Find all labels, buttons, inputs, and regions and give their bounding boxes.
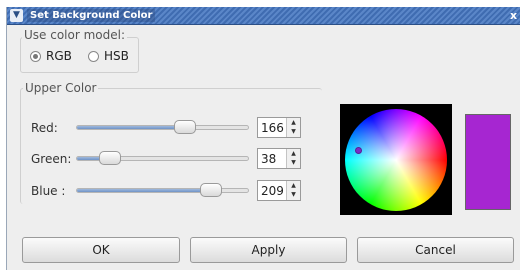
green-increment-icon[interactable]: ▲ bbox=[287, 149, 300, 158]
red-spinbox[interactable]: ▲ ▼ bbox=[257, 117, 301, 138]
red-value-input[interactable] bbox=[258, 118, 286, 137]
red-increment-icon[interactable]: ▲ bbox=[287, 118, 300, 127]
color-wheel-marker[interactable] bbox=[355, 147, 362, 154]
upper-color-label: Upper Color bbox=[23, 81, 99, 95]
red-slider-thumb[interactable] bbox=[174, 120, 196, 134]
red-slider-fill bbox=[77, 126, 186, 129]
blue-slider-thumb[interactable] bbox=[200, 183, 222, 197]
blue-slider[interactable] bbox=[76, 182, 249, 198]
color-wheel[interactable] bbox=[345, 109, 447, 211]
green-value-input[interactable] bbox=[258, 149, 286, 168]
blue-spinbox[interactable]: ▲ ▼ bbox=[257, 180, 301, 201]
red-decrement-icon[interactable]: ▼ bbox=[287, 127, 300, 136]
color-preview-swatch bbox=[465, 114, 511, 210]
blue-slider-fill bbox=[77, 189, 212, 192]
green-slider[interactable] bbox=[76, 150, 249, 166]
window-title: Set Background Color bbox=[27, 9, 156, 22]
radio-rgb-indicator[interactable] bbox=[30, 50, 41, 62]
cancel-button[interactable]: Cancel bbox=[357, 237, 514, 263]
apply-button[interactable]: Apply bbox=[190, 237, 347, 263]
radio-hsb-label: HSB bbox=[104, 49, 129, 63]
red-spin-arrows[interactable]: ▲ ▼ bbox=[286, 118, 300, 137]
blue-spin-arrows[interactable]: ▲ ▼ bbox=[286, 181, 300, 200]
radio-rgb[interactable]: RGB bbox=[30, 49, 72, 63]
blue-increment-icon[interactable]: ▲ bbox=[287, 181, 300, 190]
close-icon[interactable]: x bbox=[507, 9, 520, 22]
green-spin-arrows[interactable]: ▲ ▼ bbox=[286, 149, 300, 168]
green-decrement-icon[interactable]: ▼ bbox=[287, 158, 300, 167]
radio-hsb[interactable]: HSB bbox=[88, 49, 129, 63]
ok-button[interactable]: OK bbox=[22, 237, 180, 263]
radio-hsb-indicator[interactable] bbox=[88, 50, 99, 62]
color-model-label: Use color model: bbox=[22, 28, 128, 42]
blue-decrement-icon[interactable]: ▼ bbox=[287, 190, 300, 199]
chevron-down-icon[interactable]: ▼ bbox=[10, 9, 23, 22]
green-label: Green: bbox=[31, 152, 72, 166]
radio-rgb-label: RGB bbox=[46, 49, 72, 63]
color-wheel-panel[interactable] bbox=[340, 104, 452, 215]
red-slider-track[interactable] bbox=[76, 125, 249, 130]
blue-value-input[interactable] bbox=[258, 181, 286, 200]
red-label: Red: bbox=[31, 121, 58, 135]
red-slider[interactable] bbox=[76, 119, 249, 135]
blue-slider-track[interactable] bbox=[76, 188, 249, 193]
green-slider-thumb[interactable] bbox=[99, 151, 121, 165]
green-spinbox[interactable]: ▲ ▼ bbox=[257, 148, 301, 169]
title-bar: ▼ Set Background Color x bbox=[7, 7, 520, 25]
blue-label: Blue : bbox=[31, 184, 66, 198]
